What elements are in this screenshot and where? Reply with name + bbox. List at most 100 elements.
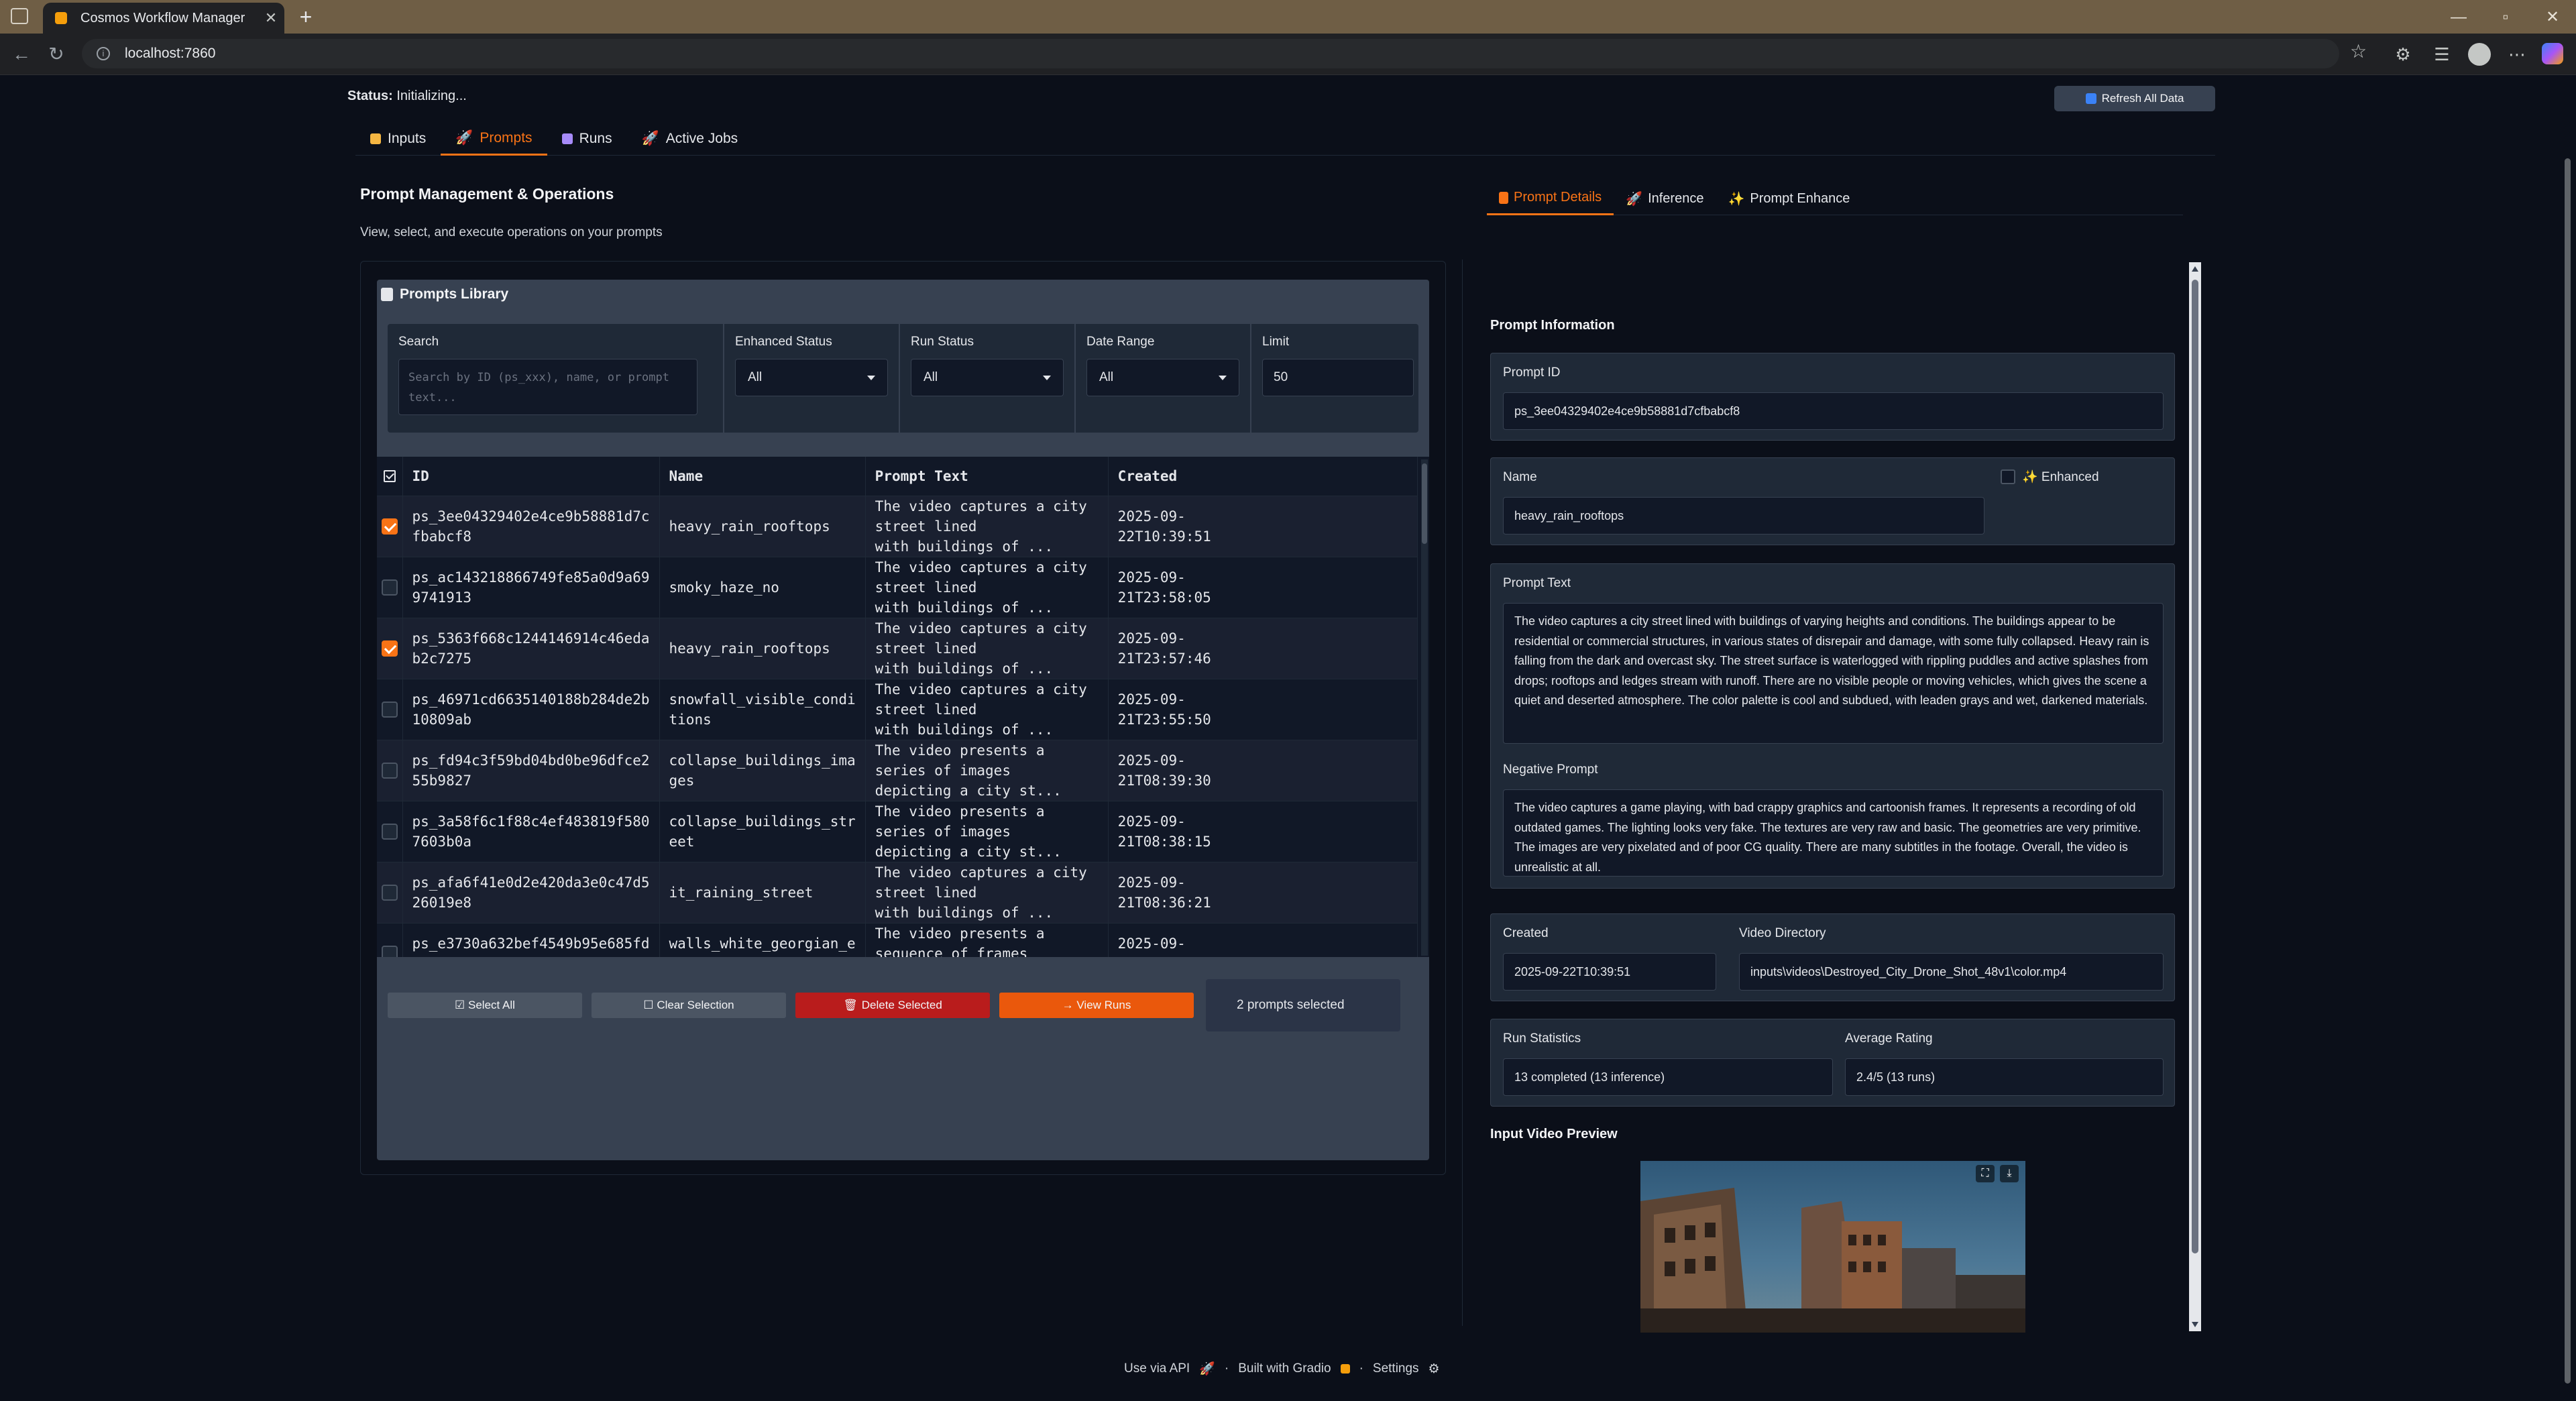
cell-created[interactable]: 2025-09- 21T03:08:33 — [1108, 923, 1418, 957]
input-video-preview[interactable]: ⛶ ⤓ — [1640, 1161, 2025, 1333]
row-select-cell[interactable] — [377, 557, 403, 618]
tab-inference[interactable]: 🚀 Inference — [1614, 182, 1716, 215]
cell-created[interactable]: 2025-09- 21T23:58:05 — [1108, 557, 1418, 618]
cell-created[interactable]: 2025-09- 22T10:39:51 — [1108, 496, 1418, 557]
row-checkbox[interactable] — [381, 945, 398, 957]
tab-prompt-details[interactable]: Prompt Details — [1487, 182, 1614, 215]
cell-id[interactable]: ps_fd94c3f59bd04bd0be96dfce2 55b9827 — [402, 740, 660, 801]
copilot-icon[interactable] — [2542, 43, 2565, 66]
prompt-text-area[interactable]: The video captures a city street lined w… — [1503, 603, 2164, 744]
cell-id[interactable]: ps_ac143218866749fe85a0d9a69 9741913 — [402, 557, 660, 618]
favorites-icon[interactable]: ☰ — [2430, 43, 2453, 66]
fullscreen-icon[interactable]: ⛶ — [1976, 1165, 1995, 1182]
row-checkbox[interactable] — [381, 762, 398, 779]
cell-prompt-text[interactable]: The video presents a series of images dep… — [865, 801, 1109, 862]
settings-link[interactable]: Settings — [1373, 1361, 1419, 1376]
row-checkbox[interactable] — [381, 640, 398, 657]
row-select-cell[interactable] — [377, 679, 403, 740]
column-header-id[interactable]: ID — [402, 457, 660, 496]
run-status-select[interactable]: All — [911, 359, 1064, 396]
minimize-window-button[interactable]: — — [2445, 5, 2472, 30]
video-directory-field[interactable]: inputs\videos\Destroyed_City_Drone_Shot_… — [1739, 953, 2164, 991]
enhanced-status-select[interactable]: All — [735, 359, 888, 396]
table-row[interactable]: ps_afa6f41e0d2e420da3e0c47d5 26019e8 it_ra… — [377, 862, 1418, 923]
table-row[interactable]: ps_ac143218866749fe85a0d9a69 9741913 smoky… — [377, 557, 1418, 618]
table-row[interactable]: ps_3a58f6c1f88c4ef483819f580 7603b0a colla… — [377, 801, 1418, 862]
row-checkbox[interactable] — [381, 884, 398, 901]
cell-name[interactable]: collapse_buildings_str eet — [659, 801, 866, 862]
cell-id[interactable]: ps_afa6f41e0d2e420da3e0c47d5 26019e8 — [402, 862, 660, 923]
date-range-select[interactable]: All — [1086, 359, 1239, 396]
cell-name[interactable]: it_raining_street — [659, 862, 866, 923]
bookmark-star-icon[interactable]: ☆ — [2350, 40, 2367, 62]
row-select-cell[interactable] — [377, 496, 403, 557]
cell-id[interactable]: ps_3a58f6c1f88c4ef483819f580 7603b0a — [402, 801, 660, 862]
built-with-gradio-link[interactable]: Built with Gradio — [1238, 1361, 1331, 1376]
cell-prompt-text[interactable]: The video captures a city street lined wi… — [865, 618, 1109, 679]
page-scrollbar[interactable] — [2559, 75, 2576, 1401]
name-field[interactable]: heavy_rain_rooftops — [1503, 497, 1984, 535]
average-rating-field[interactable]: 2.4/5 (13 runs) — [1845, 1058, 2164, 1096]
column-header-prompt-text[interactable]: Prompt Text — [865, 457, 1109, 496]
row-checkbox[interactable] — [381, 579, 398, 596]
reload-icon[interactable]: ↻ — [43, 42, 70, 68]
run-statistics-field[interactable]: 13 completed (13 inference) — [1503, 1058, 1833, 1096]
cell-name[interactable]: snowfall_visible_condi tions — [659, 679, 866, 740]
cell-name[interactable]: walls_white_georgian_enhanced — [659, 923, 866, 957]
cell-created[interactable]: 2025-09- 21T08:39:30 — [1108, 740, 1418, 801]
cell-created[interactable]: 2025-09- 21T23:55:50 — [1108, 679, 1418, 740]
cell-id[interactable]: ps_e3730a632bef4549b95e685fd f387759 — [402, 923, 660, 957]
row-select-cell[interactable] — [377, 740, 403, 801]
table-row[interactable]: ps_e3730a632bef4549b95e685fd f387759 walls… — [377, 923, 1418, 957]
select-all-button[interactable]: ☑ Select All — [388, 993, 582, 1018]
column-header-created[interactable]: Created — [1108, 457, 1418, 496]
row-checkbox[interactable] — [381, 823, 398, 840]
browser-tab[interactable]: Cosmos Workflow Manager ✕ — [43, 3, 284, 34]
scroll-down-arrow-icon[interactable] — [2192, 1322, 2198, 1327]
created-field[interactable]: 2025-09-22T10:39:51 — [1503, 953, 1716, 991]
tab-runs[interactable]: Runs — [547, 122, 627, 156]
table-row[interactable]: ps_46971cd6635140188b284de2b 10809ab snowf… — [377, 679, 1418, 740]
profile-avatar-icon[interactable] — [2468, 43, 2491, 66]
prompt-id-field[interactable]: ps_3ee04329402e4ce9b58881d7cfbabcf8 — [1503, 392, 2164, 430]
restore-window-button[interactable]: ▫ — [2492, 5, 2519, 30]
tab-prompts[interactable]: 🚀 Prompts — [441, 122, 547, 156]
back-arrow-icon[interactable]: ← — [8, 42, 35, 68]
more-menu-icon[interactable]: ⋯ — [2506, 43, 2528, 66]
table-row[interactable]: ps_fd94c3f59bd04bd0be96dfce2 55b9827 colla… — [377, 740, 1418, 801]
cell-prompt-text[interactable]: The video captures a city street lined wi… — [865, 557, 1109, 618]
cell-created[interactable]: 2025-09- 21T08:36:21 — [1108, 862, 1418, 923]
detail-panel-scrollbar[interactable] — [2189, 262, 2201, 1331]
scrollbar-thumb[interactable] — [2192, 280, 2198, 1253]
cell-created[interactable]: 2025-09- 21T23:57:46 — [1108, 618, 1418, 679]
tab-actions-menu-icon[interactable] — [11, 8, 28, 24]
row-select-cell[interactable] — [377, 801, 403, 862]
view-runs-button[interactable]: → View Runs — [999, 993, 1194, 1018]
delete-selected-button[interactable]: 🗑 Delete Selected — [795, 993, 990, 1018]
cell-prompt-text[interactable]: The video presents a series of images dep… — [865, 740, 1109, 801]
close-window-button[interactable]: ✕ — [2539, 5, 2566, 30]
search-input[interactable]: Search by ID (ps_xxx), name, or prompt t… — [398, 359, 697, 415]
negative-prompt-area[interactable]: The video captures a game playing, with … — [1503, 789, 2164, 877]
scroll-up-arrow-icon[interactable] — [2192, 266, 2198, 272]
select-all-header[interactable] — [377, 457, 403, 496]
download-icon[interactable]: ⤓ — [2000, 1165, 2019, 1182]
use-via-api-link[interactable]: Use via API — [1124, 1361, 1190, 1376]
cell-name[interactable]: smoky_haze_no — [659, 557, 866, 618]
cell-name[interactable]: heavy_rain_rooftops — [659, 496, 866, 557]
tab-prompt-enhance[interactable]: ✨ Prompt Enhance — [1716, 182, 1862, 215]
enhanced-checkbox[interactable]: ✨ Enhanced — [2001, 469, 2099, 485]
cell-id[interactable]: ps_5363f668c1244146914c46eda b2c7275 — [402, 618, 660, 679]
cell-created[interactable]: 2025-09- 21T08:38:15 — [1108, 801, 1418, 862]
limit-input[interactable]: 50 — [1262, 359, 1414, 396]
cell-id[interactable]: ps_46971cd6635140188b284de2b 10809ab — [402, 679, 660, 740]
row-select-cell[interactable] — [377, 862, 403, 923]
column-header-name[interactable]: Name — [659, 457, 866, 496]
table-scrollbar[interactable] — [1421, 459, 1428, 956]
extensions-icon[interactable]: ⚙ — [2392, 43, 2414, 66]
tab-inputs[interactable]: Inputs — [355, 122, 441, 156]
row-select-cell[interactable] — [377, 923, 403, 957]
row-checkbox[interactable] — [381, 701, 398, 718]
row-select-cell[interactable] — [377, 618, 403, 679]
cell-prompt-text[interactable]: The video captures a city street lined wi… — [865, 862, 1109, 923]
